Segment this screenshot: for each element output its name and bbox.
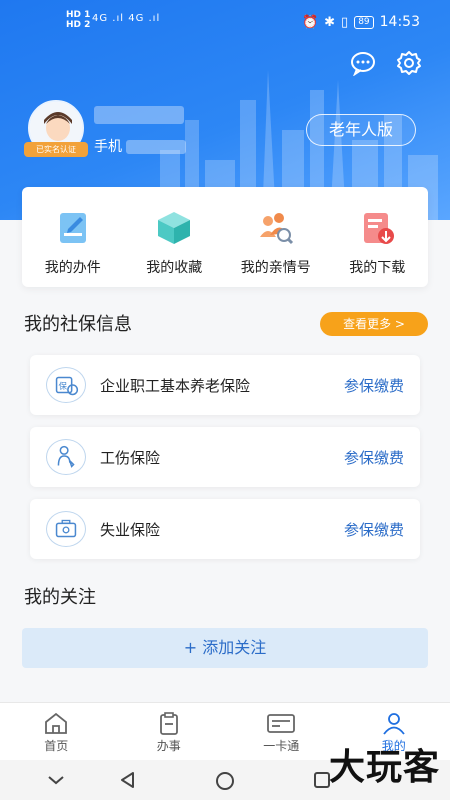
insurance-item-injury[interactable]: 工伤保险 参保缴费 — [30, 427, 420, 487]
insurance-item-pension[interactable]: 保 企业职工基本养老保险 参保缴费 — [30, 355, 420, 415]
unemployment-icon — [46, 511, 86, 547]
view-more-button[interactable]: 查看更多 > — [320, 312, 428, 336]
injury-icon — [46, 439, 86, 475]
tab-one-card[interactable]: 一卡通 — [225, 703, 338, 760]
vibrate-icon: ▯ — [341, 14, 349, 30]
sim2-hd: HD 2 — [66, 20, 91, 30]
sim1-hd: HD 1 — [66, 10, 91, 20]
quick-action-family-numbers[interactable]: 我的亲情号 — [230, 209, 322, 287]
message-icon[interactable] — [350, 50, 376, 76]
quick-action-label: 我的亲情号 — [240, 260, 311, 276]
cube-icon — [158, 212, 191, 244]
document-edit-icon — [59, 213, 86, 243]
sim-indicators: HD 1 HD 2 — [66, 10, 90, 30]
family-search-icon — [259, 213, 293, 245]
quick-action-my-cases[interactable]: 我的办件 — [27, 209, 119, 287]
battery-level: 89 — [354, 15, 374, 29]
verified-badge: 已实名认证 — [24, 142, 88, 157]
clock: 14:53 — [379, 14, 420, 30]
add-follow-button[interactable]: + 添加关注 — [22, 628, 428, 668]
quick-action-my-downloads[interactable]: 我的下载 — [331, 209, 423, 287]
insurance-name: 工伤保险 — [100, 449, 161, 467]
insurance-name: 企业职工基本养老保险 — [100, 377, 251, 395]
svg-text:保: 保 — [58, 381, 67, 392]
quick-action-label: 我的下载 — [349, 260, 406, 276]
home-nav-icon[interactable] — [214, 770, 236, 792]
pay-premium-link[interactable]: 参保缴费 — [344, 447, 404, 468]
pay-premium-link[interactable]: 参保缴费 — [344, 519, 404, 540]
quick-action-label: 我的办件 — [44, 260, 101, 276]
insurance-item-unemployment[interactable]: 失业保险 参保缴费 — [30, 499, 420, 559]
phone-number: 手机 — [94, 136, 187, 156]
bluetooth-icon: ✱ — [324, 14, 336, 30]
card-icon — [267, 714, 296, 733]
quick-actions-card: 我的办件 我的收藏 我的亲情号 我的下载 — [22, 187, 428, 287]
social-security-title: 我的社保信息 — [24, 314, 132, 335]
tab-label: 首页 — [44, 739, 69, 753]
status-bar: HD 1 HD 2 4G .ıl 4G .ıl ⏰ ✱ ▯ 89 14:53 — [0, 0, 450, 40]
tab-services[interactable]: 办事 — [113, 703, 226, 760]
download-icon — [364, 213, 395, 244]
insurance-name: 失业保险 — [100, 521, 161, 539]
back-icon[interactable] — [118, 770, 138, 790]
elder-mode-button[interactable]: 老年人版 — [306, 114, 416, 146]
user-name-masked — [94, 106, 184, 124]
alarm-icon: ⏰ — [301, 14, 319, 30]
my-follow-title: 我的关注 — [24, 587, 96, 608]
pension-icon: 保 — [46, 367, 86, 403]
pay-premium-link[interactable]: 参保缴费 — [344, 375, 404, 396]
tab-home[interactable]: 首页 — [0, 703, 113, 760]
gear-icon[interactable] — [396, 50, 422, 76]
person-icon — [383, 713, 405, 735]
tab-label: 一卡通 — [263, 739, 300, 753]
phone-masked — [126, 140, 187, 154]
chevron-down-icon[interactable] — [46, 774, 66, 786]
quick-action-my-favorites[interactable]: 我的收藏 — [128, 209, 220, 287]
tab-label: 办事 — [156, 739, 181, 753]
signal-strength: 4G .ıl 4G .ıl — [92, 13, 161, 24]
avatar[interactable]: 已实名认证 — [24, 100, 88, 158]
watermark: 大玩客 — [328, 746, 440, 788]
quick-action-label: 我的收藏 — [146, 260, 203, 276]
clipboard-icon — [159, 712, 178, 735]
phone-label: 手机 — [94, 139, 122, 155]
home-icon — [45, 712, 68, 734]
